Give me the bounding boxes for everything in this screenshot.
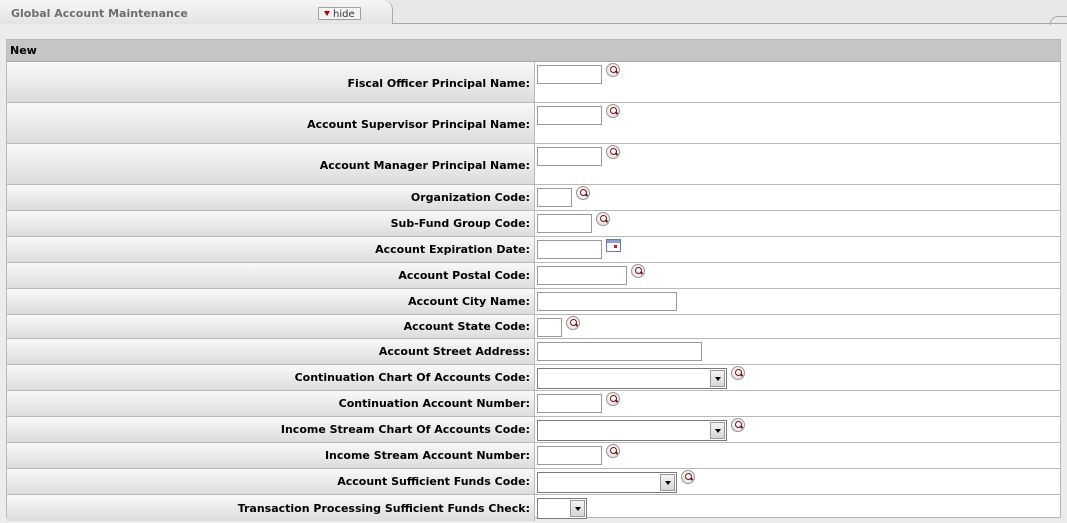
tab-global-account-maintenance: Global Account Maintenance hide <box>0 0 393 24</box>
form-row-account-manager: Account Manager Principal Name: <box>7 144 1060 185</box>
city-name-input[interactable] <box>537 292 677 311</box>
tab-title: Global Account Maintenance <box>11 7 188 20</box>
fiscal-officer-input[interactable] <box>537 65 602 84</box>
postal-code-cell <box>535 263 1060 288</box>
lookup-icon[interactable] <box>681 470 695 484</box>
form-row-sufficient-funds-code: Account Sufficient Funds Code: <box>7 469 1060 495</box>
fiscal-officer-cell <box>535 62 1060 102</box>
form-row-sub-fund-group: Sub-Fund Group Code: <box>7 211 1060 237</box>
chevron-down-icon[interactable] <box>710 422 725 439</box>
continuation-chart-select[interactable] <box>537 368 727 389</box>
sub-fund-group-input[interactable] <box>537 214 592 233</box>
continuation-account-label: Continuation Account Number: <box>7 391 535 416</box>
expiration-date-input[interactable] <box>537 240 602 259</box>
lookup-icon[interactable] <box>606 392 620 406</box>
organization-code-label: Organization Code: <box>7 185 535 210</box>
state-code-input[interactable] <box>537 318 562 337</box>
account-manager-input[interactable] <box>537 147 602 166</box>
tab-strip: Global Account Maintenance hide <box>0 0 1067 25</box>
form-row-organization-code: Organization Code: <box>7 185 1060 211</box>
continuation-chart-label: Continuation Chart Of Accounts Code: <box>7 365 535 390</box>
form-row-continuation-chart: Continuation Chart Of Accounts Code: <box>7 365 1060 391</box>
account-supervisor-label: Account Supervisor Principal Name: <box>7 103 535 143</box>
postal-code-label: Account Postal Code: <box>7 263 535 288</box>
form-row-tp-sufficient-funds-check: Transaction Processing Sufficient Funds … <box>7 495 1060 521</box>
lookup-icon[interactable] <box>606 145 620 159</box>
organization-code-input[interactable] <box>537 188 572 207</box>
sufficient-funds-code-select[interactable] <box>537 472 677 493</box>
account-supervisor-cell <box>535 103 1060 143</box>
sufficient-funds-code-label: Account Sufficient Funds Code: <box>7 469 535 494</box>
lookup-icon[interactable] <box>596 212 610 226</box>
lookup-icon[interactable] <box>576 186 590 200</box>
lookup-icon[interactable] <box>606 63 620 77</box>
continuation-chart-cell <box>535 365 1060 390</box>
continuation-account-cell <box>535 391 1060 416</box>
sub-fund-group-label: Sub-Fund Group Code: <box>7 211 535 236</box>
street-address-cell <box>535 339 1060 364</box>
income-chart-cell <box>535 417 1060 442</box>
lookup-icon[interactable] <box>631 264 645 278</box>
calendar-icon[interactable] <box>606 239 621 252</box>
hide-button-label: hide <box>333 9 355 20</box>
tab-divider-corner <box>1050 16 1067 25</box>
income-chart-label: Income Stream Chart Of Accounts Code: <box>7 417 535 442</box>
form-row-income-account: Income Stream Account Number: <box>7 443 1060 469</box>
organization-code-cell <box>535 185 1060 210</box>
form-row-fiscal-officer: Fiscal Officer Principal Name: <box>7 62 1060 103</box>
postal-code-input[interactable] <box>537 266 627 285</box>
lookup-icon[interactable] <box>606 104 620 118</box>
triangle-down-icon <box>324 11 330 16</box>
income-chart-select[interactable] <box>537 420 727 441</box>
income-account-input[interactable] <box>537 446 602 465</box>
account-form-panel: New Fiscal Officer Principal Name: Accou… <box>6 39 1061 521</box>
tp-sufficient-funds-check-select[interactable] <box>537 498 587 519</box>
sub-fund-group-cell <box>535 211 1060 236</box>
lookup-icon[interactable] <box>731 418 745 432</box>
hide-button[interactable]: hide <box>318 7 361 20</box>
city-name-cell <box>535 289 1060 314</box>
section-header: New <box>7 40 1060 62</box>
income-account-cell <box>535 443 1060 468</box>
account-manager-label: Account Manager Principal Name: <box>7 144 535 184</box>
continuation-account-input[interactable] <box>537 394 602 413</box>
chevron-down-icon[interactable] <box>570 500 585 517</box>
form-row-street-address: Account Street Address: <box>7 339 1060 365</box>
fiscal-officer-label: Fiscal Officer Principal Name: <box>7 62 535 102</box>
account-supervisor-input[interactable] <box>537 106 602 125</box>
expiration-date-cell <box>535 237 1060 262</box>
account-manager-cell <box>535 144 1060 184</box>
lookup-icon[interactable] <box>566 316 580 330</box>
form-row-state-code: Account State Code: <box>7 315 1060 339</box>
state-code-cell <box>535 315 1060 338</box>
form-row-continuation-account: Continuation Account Number: <box>7 391 1060 417</box>
form-row-expiration-date: Account Expiration Date: <box>7 237 1060 263</box>
lookup-icon[interactable] <box>606 444 620 458</box>
expiration-date-label: Account Expiration Date: <box>7 237 535 262</box>
chevron-down-icon[interactable] <box>660 474 675 491</box>
chevron-down-icon[interactable] <box>710 370 725 387</box>
form-row-account-supervisor: Account Supervisor Principal Name: <box>7 103 1060 144</box>
tab-divider <box>392 23 1067 24</box>
street-address-input[interactable] <box>537 342 702 361</box>
tp-sufficient-funds-check-cell <box>535 495 1060 521</box>
sufficient-funds-code-cell <box>535 469 1060 494</box>
form-row-city-name: Account City Name: <box>7 289 1060 315</box>
income-account-label: Income Stream Account Number: <box>7 443 535 468</box>
city-name-label: Account City Name: <box>7 289 535 314</box>
tp-sufficient-funds-check-label: Transaction Processing Sufficient Funds … <box>7 495 535 521</box>
lookup-icon[interactable] <box>731 366 745 380</box>
street-address-label: Account Street Address: <box>7 339 535 364</box>
state-code-label: Account State Code: <box>7 315 535 338</box>
form-row-income-chart: Income Stream Chart Of Accounts Code: <box>7 417 1060 443</box>
form-row-postal-code: Account Postal Code: <box>7 263 1060 289</box>
